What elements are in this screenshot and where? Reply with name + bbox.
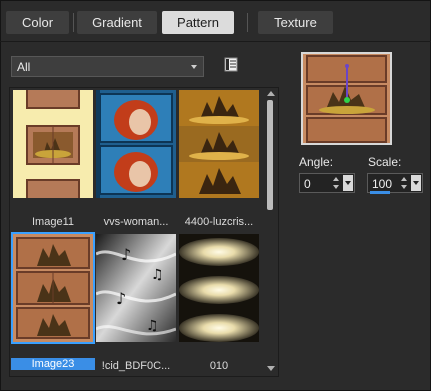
chevron-down-icon[interactable] (343, 175, 353, 191)
scale-value: 100 (372, 177, 393, 191)
category-dropdown-value: All (17, 60, 31, 74)
scrollbar-thumb[interactable] (267, 100, 273, 210)
scale-label: Scale: (368, 155, 402, 169)
scroll-down-icon[interactable] (267, 366, 275, 371)
pattern-thumbnail-cid-bdf0c[interactable]: ♪ ♫ ♪ ♫ (96, 234, 176, 342)
pattern-caption: !cid_BDF0C... (101, 360, 171, 372)
svg-text:♫: ♫ (146, 318, 159, 334)
chevron-down-icon[interactable] (411, 175, 421, 191)
angle-spinbox[interactable]: 0 (299, 173, 355, 193)
pattern-caption: 010 (209, 360, 229, 372)
pattern-thumbnail-image23[interactable] (11, 232, 95, 344)
tab-divider (73, 13, 74, 32)
pattern-thumbnail-4400-luzcris[interactable] (179, 90, 259, 198)
tab-divider (247, 13, 248, 32)
spinner-arrows-icon[interactable] (332, 175, 341, 191)
gallery-scrollbar[interactable] (264, 88, 277, 374)
category-dropdown[interactable]: All (11, 56, 204, 77)
pattern-thumbnail-image11[interactable] (13, 90, 93, 198)
chevron-down-icon (191, 65, 197, 69)
tab-color[interactable]: Color (6, 11, 69, 34)
spinner-arrows-icon[interactable] (400, 175, 409, 191)
scale-slider-indicator[interactable] (370, 191, 390, 194)
angle-label: Angle: (299, 155, 334, 169)
tab-bar: Color Gradient Pattern Texture (0, 0, 431, 43)
pattern-caption: 4400-luzcris... (184, 216, 254, 228)
tab-pattern[interactable]: Pattern (162, 11, 234, 34)
svg-text:♪: ♪ (121, 245, 131, 264)
pattern-thumbnail-vvs-woman[interactable] (96, 90, 176, 198)
tab-texture[interactable]: Texture (258, 11, 333, 34)
tab-gradient[interactable]: Gradient (77, 11, 157, 34)
pattern-thumbnail-010[interactable] (179, 234, 259, 342)
pattern-caption: vvs-woman... (103, 216, 169, 228)
list-view-icon[interactable] (222, 56, 240, 73)
scale-spinbox[interactable]: 100 (367, 173, 423, 193)
pattern-caption-selected: Image23 (11, 358, 95, 370)
tab-divider-line (0, 41, 431, 42)
pattern-caption: Image11 (32, 216, 74, 228)
scroll-up-icon[interactable] (267, 91, 275, 96)
pattern-preview[interactable] (301, 52, 392, 145)
svg-text:♫: ♫ (151, 267, 164, 283)
angle-value: 0 (304, 177, 311, 191)
svg-text:♪: ♪ (116, 289, 126, 308)
